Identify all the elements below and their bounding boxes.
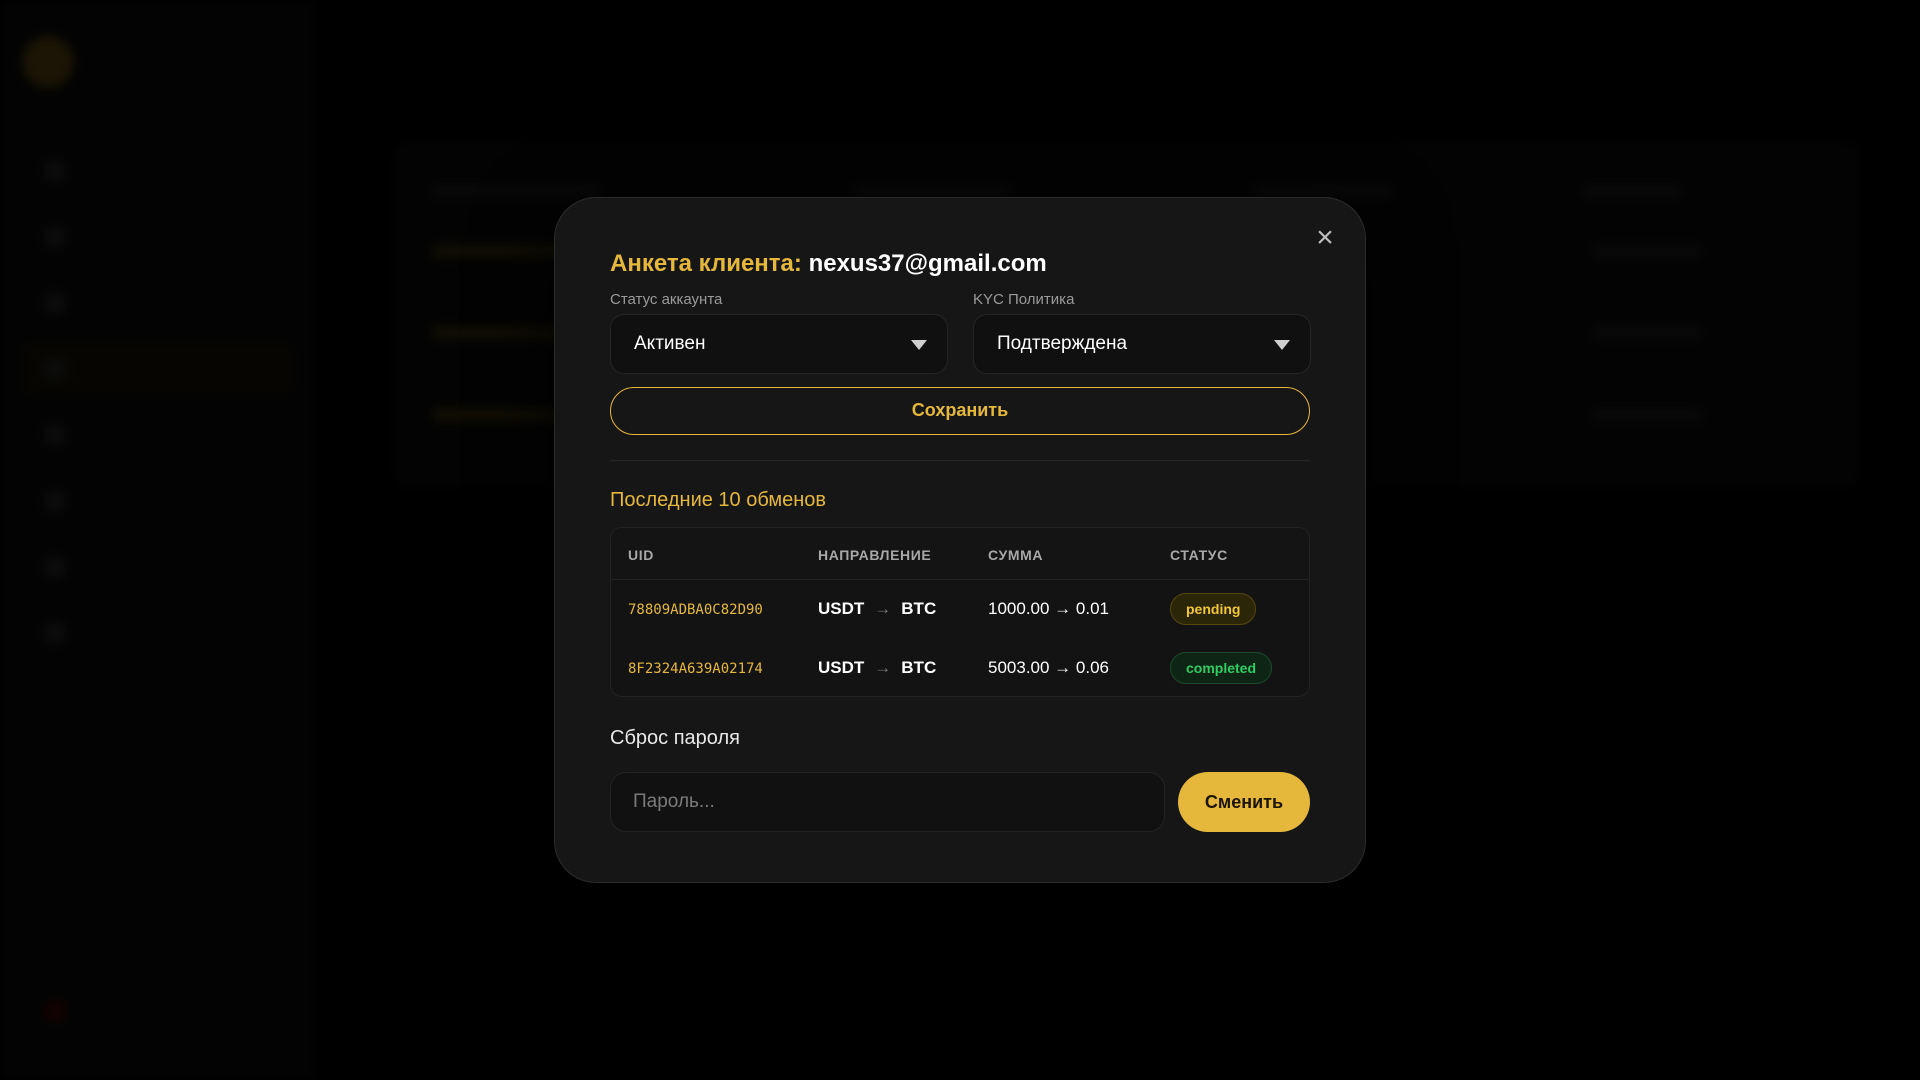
- client-email: nexus37@gmail.com: [808, 250, 1047, 277]
- status-badge: completed: [1170, 652, 1273, 684]
- arrow-right-icon: →: [874, 599, 892, 618]
- exchanges-table: UID НАПРАВЛЕНИЕ СУММА СТАТУС 78809ADBA0C…: [610, 527, 1310, 697]
- client-profile-modal: × Анкета клиента: nexus37@gmail.com Стат…: [554, 197, 1366, 883]
- save-button[interactable]: Сохранить: [610, 387, 1310, 435]
- password-input[interactable]: [610, 772, 1165, 832]
- column-status: СТАТУС: [1170, 547, 1228, 563]
- modal-title: Анкета клиента: nexus37@gmail.com: [610, 250, 1047, 278]
- exchange-amount: 5003.00 → 0.06: [988, 658, 1109, 677]
- exchange-amount: 1000.00 → 0.01: [988, 599, 1109, 618]
- account-status-select[interactable]: Активен: [610, 314, 948, 374]
- kyc-policy-label: KYC Политика: [973, 291, 1075, 308]
- direction-from: USDT: [818, 658, 865, 677]
- column-uid: UID: [628, 547, 654, 563]
- change-password-button[interactable]: Сменить: [1178, 772, 1310, 832]
- exchange-direction: USDT → BTC: [818, 658, 936, 678]
- chevron-down-icon: [1274, 340, 1290, 350]
- column-amount: СУММА: [988, 547, 1044, 563]
- direction-to: BTC: [901, 658, 937, 677]
- exchange-direction: USDT → BTC: [818, 599, 936, 619]
- exchanges-title: Последние 10 обменов: [610, 489, 827, 511]
- arrow-right-icon: →: [874, 658, 892, 677]
- direction-to: BTC: [901, 599, 937, 618]
- table-row[interactable]: 8F2324A639A02174 USDT → BTC 5003.00 → 0.06…: [611, 639, 1309, 696]
- account-status-label: Статус аккаунта: [610, 291, 723, 308]
- close-icon[interactable]: ×: [1309, 222, 1341, 254]
- kyc-policy-value: Подтверждена: [997, 333, 1128, 354]
- chevron-down-icon: [911, 340, 927, 350]
- column-direction: НАПРАВЛЕНИЕ: [818, 547, 932, 563]
- kyc-policy-select[interactable]: Подтверждена: [973, 314, 1311, 374]
- direction-from: USDT: [818, 599, 865, 618]
- status-badge: pending: [1170, 593, 1257, 625]
- exchange-uid[interactable]: 8F2324A639A02174: [628, 661, 763, 677]
- table-header: UID НАПРАВЛЕНИЕ СУММА СТАТУС: [611, 528, 1309, 580]
- divider: [610, 460, 1310, 461]
- account-status-value: Активен: [634, 333, 706, 354]
- exchange-uid[interactable]: 78809ADBA0C82D90: [628, 602, 763, 618]
- password-reset-title: Сброс пароля: [610, 727, 740, 749]
- table-row[interactable]: 78809ADBA0C82D90 USDT → BTC 1000.00 → 0.01…: [611, 580, 1309, 639]
- modal-title-label: Анкета клиента:: [610, 250, 802, 277]
